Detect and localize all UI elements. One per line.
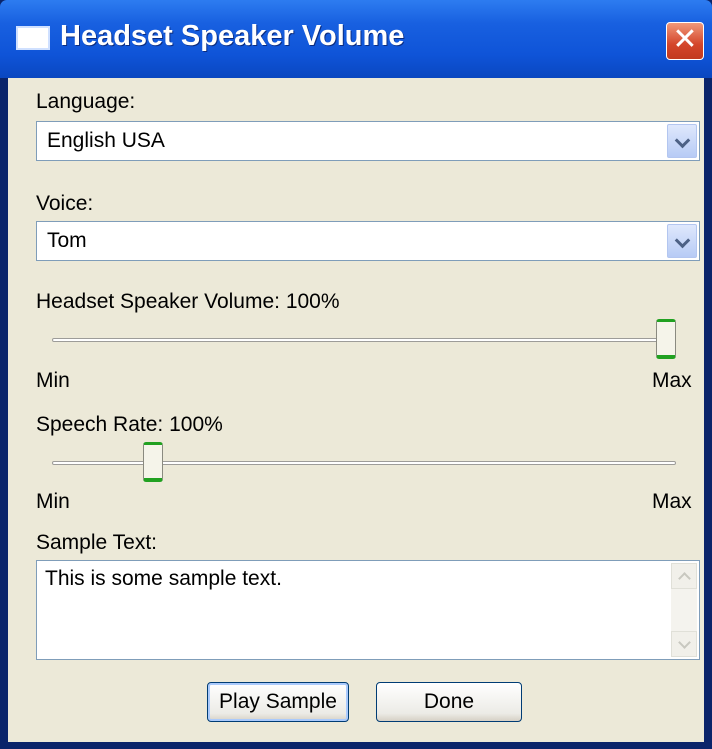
voice-selected-value: Tom (47, 229, 87, 252)
sample-text-label: Sample Text: (36, 531, 158, 554)
vertical-scrollbar[interactable] (671, 563, 697, 657)
window-title: Headset Speaker Volume (60, 20, 405, 52)
speech-rate-min-label: Min (36, 490, 70, 513)
volume-label: Headset Speaker Volume: 100% (36, 290, 340, 313)
speech-rate-max-label: Max (652, 490, 692, 513)
volume-slider-thumb[interactable] (656, 319, 676, 359)
sample-text-content: This is some sample text. (45, 567, 282, 590)
language-selected-value: English USA (47, 129, 165, 152)
dialog-window: Headset Speaker Volume ✕ Language: Engli… (0, 0, 712, 749)
close-button[interactable]: ✕ (666, 22, 704, 60)
voice-label: Voice: (36, 192, 94, 215)
play-sample-button[interactable]: Play Sample (207, 682, 349, 722)
title-bar[interactable]: Headset Speaker Volume ✕ (0, 0, 712, 78)
window-icon (16, 26, 50, 50)
speech-rate-label: Speech Rate: 100% (36, 413, 223, 436)
chevron-down-icon[interactable] (667, 124, 697, 158)
scroll-up-icon[interactable] (671, 563, 697, 589)
scroll-down-icon[interactable] (671, 631, 697, 657)
dialog-body: Language: English USA Voice: Tom Headset… (8, 78, 704, 742)
voice-dropdown[interactable]: Tom (36, 221, 700, 261)
volume-slider-track[interactable] (52, 338, 676, 342)
done-button[interactable]: Done (376, 682, 522, 722)
sample-text-area[interactable]: This is some sample text. (36, 560, 700, 660)
volume-max-label: Max (652, 369, 692, 392)
language-dropdown[interactable]: English USA (36, 121, 700, 161)
language-label: Language: (36, 90, 136, 113)
chevron-down-icon[interactable] (667, 224, 697, 258)
volume-min-label: Min (36, 369, 70, 392)
speech-rate-slider-thumb[interactable] (142, 442, 163, 482)
